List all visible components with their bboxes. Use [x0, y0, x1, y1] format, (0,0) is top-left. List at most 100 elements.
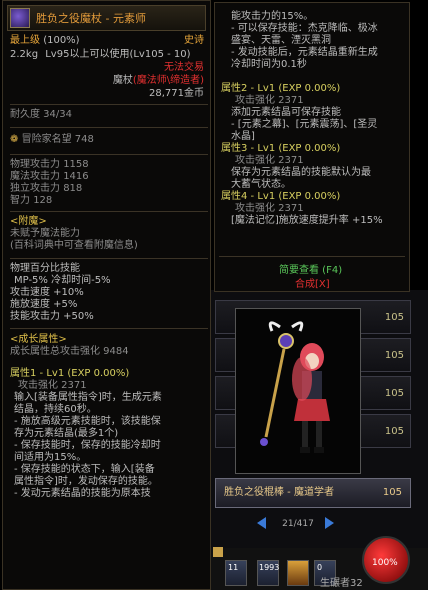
stat-row: 智力 128	[10, 195, 208, 207]
item-weight: 2.2kg	[10, 49, 39, 60]
item-price: 28,771金币	[149, 88, 204, 99]
buff-icon	[213, 547, 223, 557]
attr3-line: 大蓄气状态。	[231, 179, 291, 190]
hotkey-slot[interactable]: 11	[225, 560, 247, 586]
enchant-none: 未赋予魔法能力	[10, 228, 80, 239]
hotkey-slot[interactable]	[287, 560, 309, 586]
item-tooltip-continued: 能攻击力的15%。 - 可以保存技能：杰克降临、极冰 盛宴、天雷、湮灭黑洞 - …	[214, 2, 410, 292]
attr3-line: 保存为元素结晶的技能默认为最	[231, 167, 371, 178]
wand-item-icon	[10, 8, 30, 28]
level-requirement: Lv95以上可以使用(Lv105 - 10)	[45, 49, 191, 60]
list-item-level: 105	[384, 426, 404, 437]
stat-label: 魔法攻击力	[10, 171, 60, 182]
divider	[10, 211, 208, 212]
attr1-line: - 保存技能时，保存的技能冷却时	[14, 440, 161, 451]
divider	[219, 256, 405, 257]
tooltip-line: - 可以保存技能：杰克降临、极冰	[231, 23, 378, 34]
attr1-line: - 保存技能的状态下，输入[装备	[14, 464, 155, 475]
character-image	[260, 321, 330, 453]
extra-line: 攻击速度 +10%	[10, 287, 84, 298]
trade-status: 无法交易	[164, 62, 204, 73]
pagination: 21/417	[215, 514, 411, 534]
stat-value: 128	[33, 195, 53, 206]
divider	[10, 127, 208, 128]
hotkey-label: 0	[317, 563, 323, 572]
extra-line: 施放速度 +5%	[10, 299, 78, 310]
item-grade-pct: (100%)	[43, 35, 80, 46]
extra-line: 物理百分比技能	[10, 263, 80, 274]
next-page-arrow-icon[interactable]	[325, 517, 334, 529]
stat-value: 1416	[63, 171, 89, 182]
divider	[10, 328, 208, 329]
hp-percent: 100%	[372, 558, 398, 568]
stat-label: 物理攻击力	[10, 159, 60, 170]
extra-line: MP-5% 冷却时间-5%	[14, 275, 111, 286]
divider	[10, 154, 208, 155]
stat-value: 1158	[63, 159, 89, 170]
tooltip-line: 冷却时间为0.1秒	[231, 59, 307, 70]
item-grade: 最上级	[10, 35, 40, 46]
list-item-level: 105	[384, 388, 404, 399]
attr1-header: 属性1 - Lv1 (EXP 0.00%)	[10, 368, 130, 379]
attr2-line: 攻击强化 2371	[235, 95, 304, 106]
divider	[10, 258, 208, 259]
page-indicator: 21/417	[282, 519, 314, 529]
prev-page-arrow-icon[interactable]	[257, 517, 266, 529]
enchant-header: <附魔>	[10, 216, 47, 227]
attr2-line: 添加元素结晶可保存技能	[231, 107, 341, 118]
extra-line: 技能攻击力 +50%	[10, 311, 94, 322]
attr1-line: 间适用为15%。	[14, 452, 87, 463]
hp-orb: 100%	[362, 536, 410, 584]
attr1-line: - 施放高级元素技能时，该技能保	[14, 416, 161, 427]
stat-row: 物理攻击力 1158	[10, 159, 208, 171]
stat-label: 智力	[10, 195, 30, 206]
attr4-line: 攻击强化 2371	[235, 203, 304, 214]
tooltip-line: 盛宴、天雷、湮灭黑洞	[231, 35, 331, 46]
attr1-line: - 发动元素结晶的技能为原本技	[14, 488, 151, 499]
hotkey-label: 11	[228, 563, 239, 572]
enchant-hint: (百科词典中可查看附魔信息)	[10, 240, 138, 251]
attr1-line: 输入[装备属性指令]时，生成元素	[14, 392, 162, 403]
durability: 耐久度 34/34	[10, 109, 72, 120]
attr1-line: 存为元素结晶(最多1个)	[14, 428, 119, 439]
selected-item-name: 胜负之役棍棒 - 魔道学者	[224, 487, 334, 498]
attr4-header: 属性4 - Lv1 (EXP 0.00%)	[221, 191, 341, 202]
stat-value: 818	[63, 183, 83, 194]
item-tooltip-main: 胜负之役魔杖 - 元素师 最上级 (100%) 史诗 2.2kg Lv95以上可…	[2, 0, 211, 590]
item-type: 魔杖	[112, 75, 133, 86]
fame-value: 748	[74, 134, 94, 145]
tooltip-line: 能攻击力的15%。	[231, 11, 314, 22]
attr2-line: - [元素之幕]、[元素震荡]、[圣灵	[231, 119, 378, 130]
hotkey-slot[interactable]: 1993	[257, 560, 279, 586]
list-item-level: 105	[384, 312, 404, 323]
attr3-header: 属性3 - Lv1 (EXP 0.00%)	[221, 143, 341, 154]
growth-header: <成长属性>	[10, 334, 67, 345]
stat-label: 独立攻击力	[10, 183, 60, 194]
divider	[10, 104, 208, 105]
attr3-line: 攻击强化 2371	[235, 155, 304, 166]
item-name: 胜负之役魔杖 - 元素师	[36, 12, 146, 25]
attr1-line: 属性指令]时，发动保存的技能。	[14, 476, 158, 487]
character-preview	[235, 308, 361, 474]
attr1-line: 结晶，持续60秒。	[14, 404, 97, 415]
hotkey-label: 1993	[259, 563, 280, 572]
stat-row: 魔法攻击力 1416	[10, 171, 208, 183]
class-requirement: (魔法师\缔造者)	[132, 75, 204, 86]
growth-total: 成长属性总攻击强化 9484	[10, 346, 129, 357]
attr1-line: 攻击强化 2371	[18, 380, 87, 391]
fame-icon: ❁	[10, 134, 19, 145]
compose-button[interactable]: 合成[X]	[295, 279, 330, 291]
attr4-line: [魔法记忆]施放速度提升率 +15%	[231, 215, 383, 226]
attr2-header: 属性2 - Lv1 (EXP 0.00%)	[221, 83, 341, 94]
selected-list-item[interactable]: 胜负之役棍棒 - 魔道学者 105	[215, 478, 411, 508]
tooltip-header: 胜负之役魔杖 - 元素师	[7, 5, 206, 31]
list-item-level: 105	[384, 350, 404, 361]
attr2-line: 水晶]	[231, 131, 255, 142]
fame-label: 冒险家名望	[21, 134, 72, 145]
selected-item-level: 105	[382, 487, 402, 498]
item-rarity: 史诗	[184, 35, 204, 46]
brief-view-button[interactable]: 简要查看 (F4)	[279, 265, 342, 277]
bottom-status-text: 生碾者32	[320, 578, 363, 589]
stat-row: 独立攻击力 818	[10, 183, 208, 195]
tooltip-line: - 发动技能后，元素结晶重新生成	[231, 47, 378, 58]
